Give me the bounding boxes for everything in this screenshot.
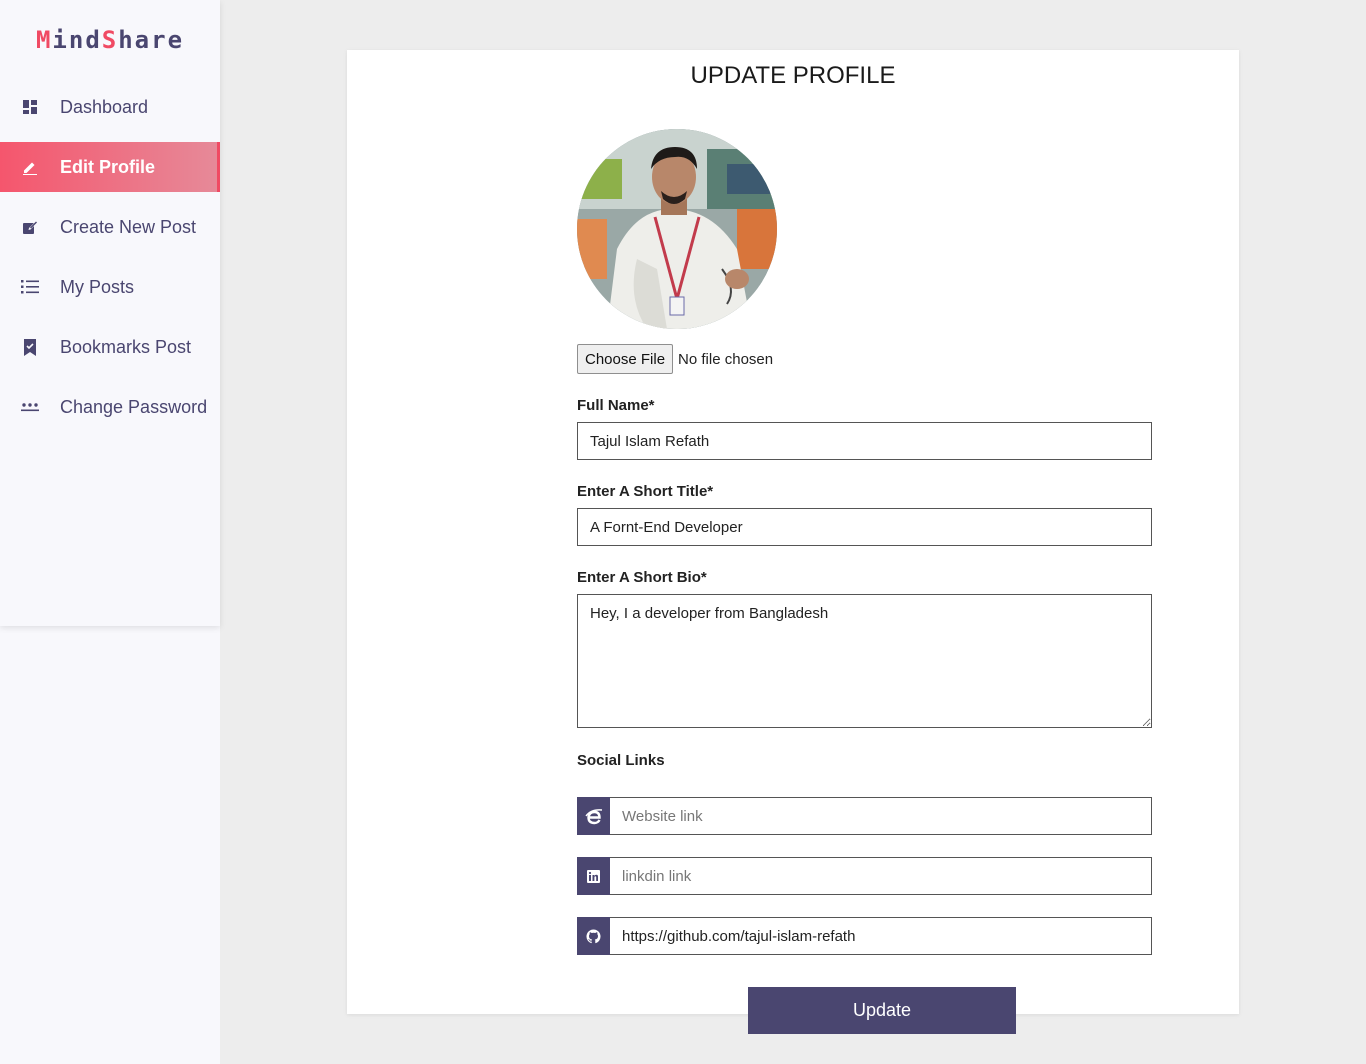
full-name-label: Full Name* [577,397,655,414]
sidebar-item-edit-profile[interactable]: Edit Profile [0,142,220,192]
sidebar-item-label: Edit Profile [60,156,156,177]
brand-text-ind: ind [52,26,102,54]
github-icon [577,917,610,955]
sidebar-nav: Dashboard Edit Profile Create New Post M… [0,82,220,442]
dashboard-icon [21,98,39,116]
website-link-row [577,797,1152,835]
sidebar-item-label: Change Password [60,396,208,417]
sidebar-item-create-new-post[interactable]: Create New Post [0,202,220,252]
brand-text-hare: hare [118,26,185,54]
linkedin-icon [577,857,610,895]
github-link-row [577,917,1152,955]
github-link-input[interactable] [610,917,1152,955]
list-icon [21,278,39,296]
page-title: UPDATE PROFILE [690,62,896,89]
social-links-heading: Social Links [577,752,665,769]
sidebar-item-change-password[interactable]: Change Password [0,382,220,432]
short-bio-label: Enter A Short Bio* [577,569,707,586]
full-name-input[interactable] [577,422,1152,460]
sidebar-item-label: Bookmarks Post [60,336,192,357]
linkedin-link-input[interactable] [610,857,1152,895]
short-title-input[interactable] [577,508,1152,546]
internet-explorer-icon [577,797,610,835]
pencil-icon [21,158,39,176]
bookmark-icon [21,338,39,356]
edit-square-icon [21,218,39,236]
update-button[interactable]: Update [748,987,1016,1034]
sidebar-item-label: Create New Post [60,216,197,237]
sidebar-item-dashboard[interactable]: Dashboard [0,82,220,132]
sidebar-item-bookmarks-post[interactable]: Bookmarks Post [0,322,220,372]
brand-letter-m: M [35,26,53,54]
short-bio-textarea[interactable]: Hey, I a developer from Bangladesh [577,594,1152,728]
password-icon [21,398,39,416]
sidebar-item-label: Dashboard [60,96,149,117]
profile-avatar [577,129,777,329]
file-status-text: No file chosen [678,350,774,368]
website-link-input[interactable] [610,797,1152,835]
sidebar-item-label: My Posts [60,276,135,297]
linkedin-link-row [577,857,1152,895]
brand-letter-s: S [101,26,119,54]
update-profile-card: UPDATE PROFILE Choose File No file chose… [347,50,1239,1014]
brand-logo[interactable]: MindShare [0,26,220,54]
choose-file-button[interactable]: Choose File [577,344,674,374]
short-title-label: Enter A Short Title* [577,483,714,500]
file-upload: Choose File No file chosen [577,344,773,374]
sidebar: MindShare Dashboard Edit Profile Create … [0,0,220,1064]
sidebar-item-my-posts[interactable]: My Posts [0,262,220,312]
sidebar-panel: MindShare Dashboard Edit Profile Create … [0,0,220,626]
